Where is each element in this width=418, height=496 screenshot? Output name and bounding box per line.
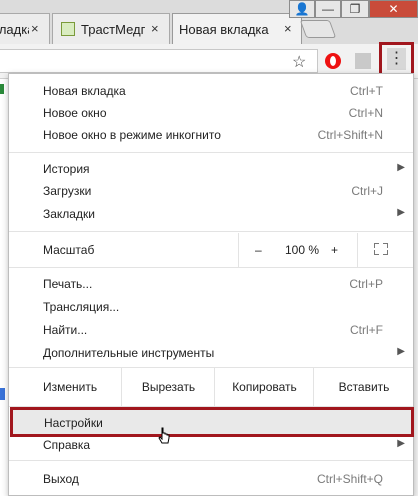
zoom-divider [357,233,358,267]
menu-item-new-tab[interactable]: Новая вкладка Ctrl+T [9,80,413,102]
new-tab-button[interactable] [299,20,337,38]
bookmark-star-icon[interactable]: ☆ [292,52,306,72]
tab-close-icon[interactable]: × [31,21,39,36]
menu-item-print[interactable]: Печать... Ctrl+P [9,273,413,295]
tab-strip: кладка × ТрастМедг × Новая вкладка × 👤 —… [0,0,418,45]
menu-item-history[interactable]: История ▶ [9,158,413,180]
mouse-cursor-icon [158,427,170,444]
tab-new-tab[interactable]: Новая вкладка × [172,13,302,45]
zoom-out-button[interactable]: – [255,243,262,257]
menu-item-shortcut: Ctrl+J [351,184,383,198]
zoom-value: 100 % [285,243,320,257]
extension-icon[interactable] [355,53,371,69]
menu-item-shortcut: Ctrl+Shift+N [317,128,383,142]
menu-item-help[interactable]: Справка ▶ [9,434,413,456]
edit-label: Изменить [43,380,98,394]
menu-item-label: Загрузки [43,184,92,198]
page-content [0,79,8,496]
tab-label: Новая вкладка [179,22,269,37]
page-mark [0,388,5,400]
menu-item-shortcut: Ctrl+F [350,323,383,337]
menu-item-label: Трансляция... [43,300,120,314]
menu-item-label: Новое окно в режиме инкогнито [43,128,221,142]
menu-divider [9,460,413,461]
paste-button[interactable]: Вставить [313,368,414,406]
menu-item-shortcut: Ctrl+Shift+Q [316,472,383,486]
menu-item-label: Найти... [43,323,88,337]
zoom-in-button[interactable]: + [331,243,338,257]
menu-item-label: Выход [43,472,79,486]
menu-item-settings[interactable]: Настройки [10,407,414,437]
menu-item-shortcut: Ctrl+T [350,84,383,98]
submenu-arrow-icon: ▶ [397,162,405,173]
menu-divider [9,267,413,268]
menu-divider [9,231,413,232]
menu-button-highlight: ⋮ [379,42,414,76]
menu-item-label: Настройки [44,416,103,430]
menu-item-exit[interactable]: Выход Ctrl+Shift+Q [9,468,413,490]
minimize-button[interactable]: — [315,0,341,18]
tab-trastmed[interactable]: ТрастМедг × [52,13,170,45]
submenu-arrow-icon: ▶ [397,438,405,449]
menu-item-find[interactable]: Найти... Ctrl+F [9,319,413,341]
chrome-main-menu: Новая вкладка Ctrl+T Новое окно Ctrl+N Н… [8,73,414,496]
tab-close-icon[interactable]: × [151,21,159,36]
fullscreen-icon[interactable] [374,243,388,255]
menu-divider [9,152,413,153]
menu-item-label: Новая вкладка [43,84,126,98]
menu-item-new-window[interactable]: Новое окно Ctrl+N [9,102,413,124]
cut-button[interactable]: Вырезать [121,368,215,406]
menu-item-bookmarks[interactable]: Закладки ▶ [9,203,413,225]
close-window-button[interactable]: ✕ [369,0,418,18]
menu-item-shortcut: Ctrl+P [349,277,383,291]
zoom-label: Масштаб [43,243,95,257]
menu-item-label: История [43,162,90,176]
menu-item-downloads[interactable]: Загрузки Ctrl+J [9,180,413,202]
menu-item-label: Печать... [43,277,93,291]
kebab-menu-icon[interactable]: ⋮ [387,48,406,70]
menu-item-more-tools[interactable]: Дополнительные инструменты ▶ [9,342,413,364]
opera-extension-icon[interactable] [325,53,341,69]
menu-item-label: Закладки [43,207,95,221]
tab-close-icon[interactable]: × [284,21,292,36]
menu-item-cast[interactable]: Трансляция... [9,296,413,318]
tab-label: ТрастМедг [81,22,146,37]
site-favicon-icon [61,22,75,36]
page-mark [0,84,4,94]
tab-label: кладка [0,22,29,37]
menu-item-shortcut: Ctrl+N [348,106,383,120]
address-bar[interactable] [0,49,318,73]
user-icon[interactable]: 👤 [289,0,315,18]
menu-item-label: Справка [43,438,91,452]
menu-item-label: Новое окно [43,106,107,120]
maximize-button[interactable]: ❐ [341,0,369,18]
copy-button[interactable]: Копировать [214,368,314,406]
zoom-row: Масштаб – 100 % + [9,233,413,267]
menu-item-label: Дополнительные инструменты [43,346,215,360]
menu-item-incognito[interactable]: Новое окно в режиме инкогнито Ctrl+Shift… [9,124,413,146]
edit-row: Изменить Вырезать Копировать Вставить [9,368,413,406]
submenu-arrow-icon: ▶ [397,346,405,357]
submenu-arrow-icon: ▶ [397,207,405,218]
tab-partial[interactable]: кладка × [0,13,50,45]
